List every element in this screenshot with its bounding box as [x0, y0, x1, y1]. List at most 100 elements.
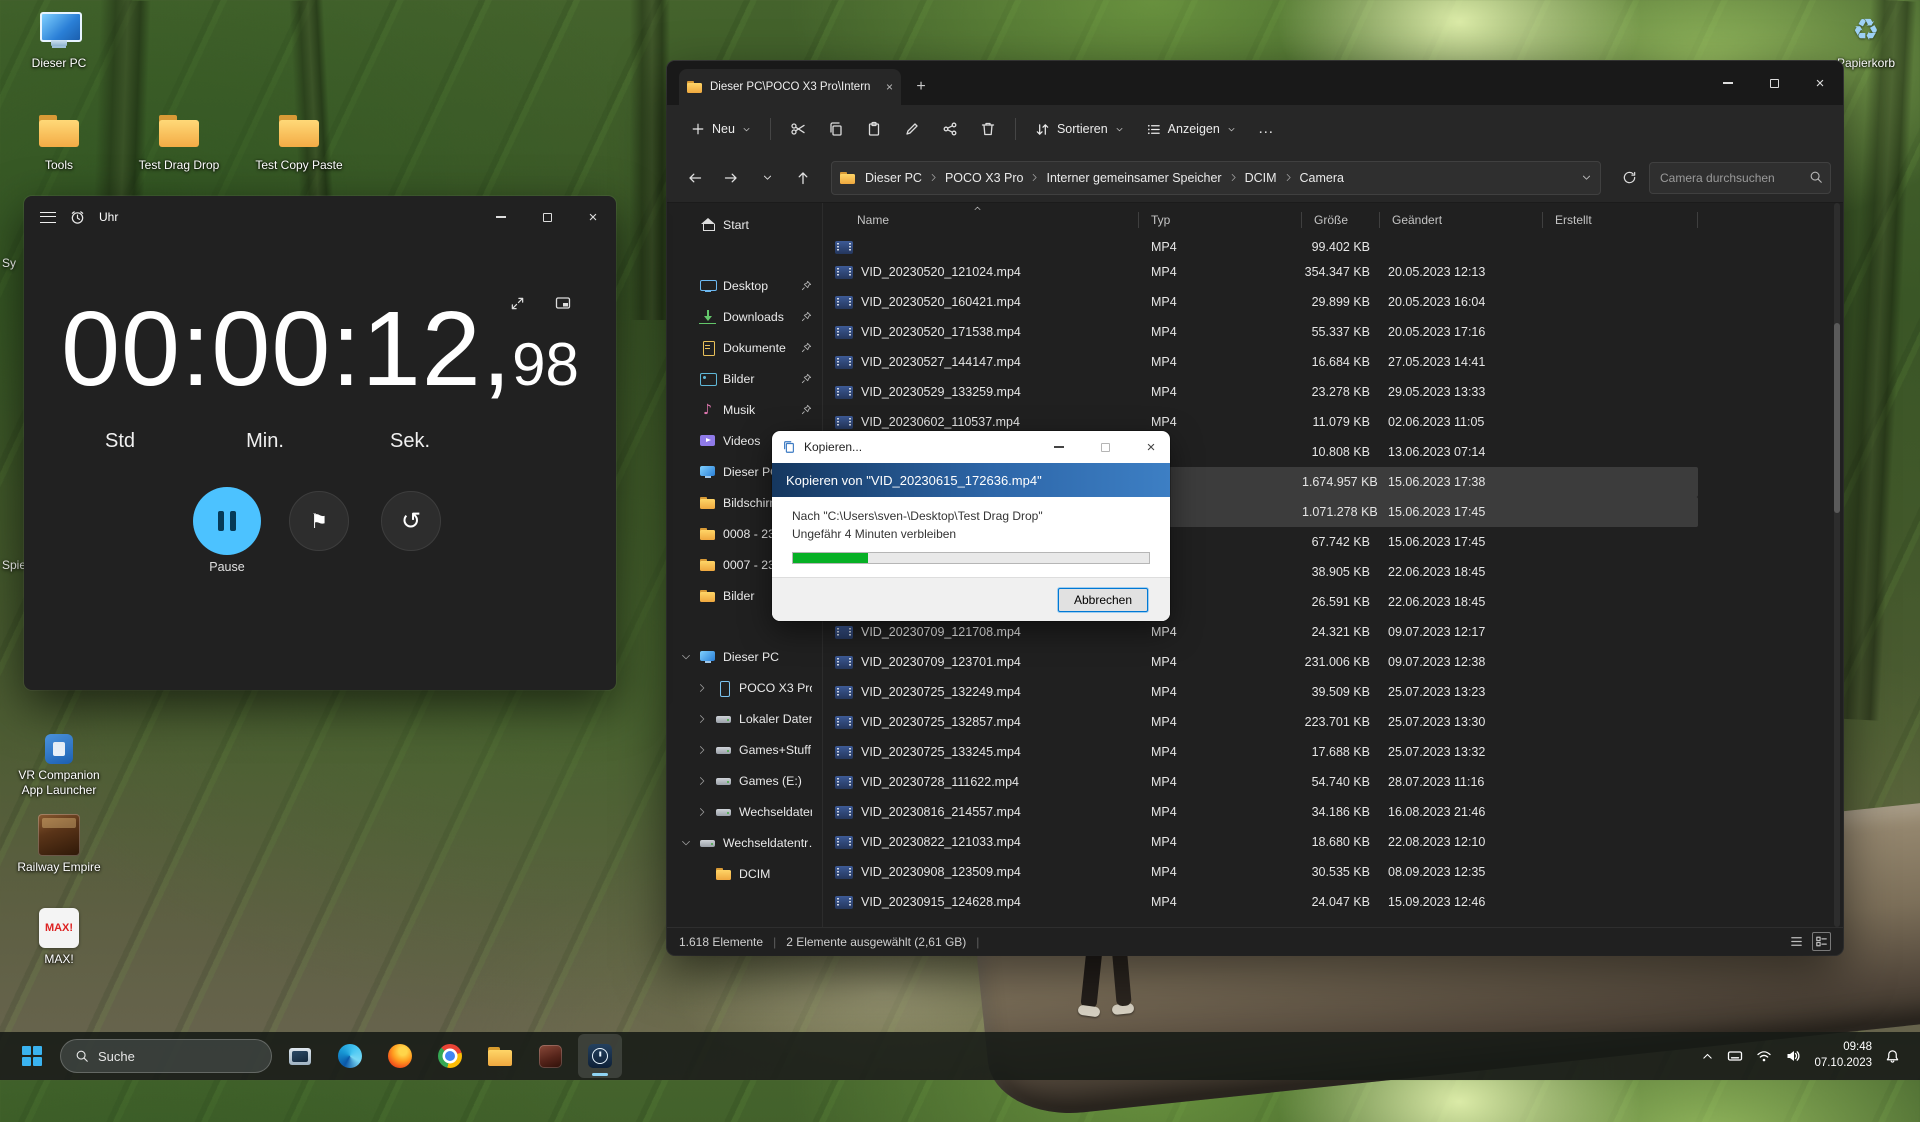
more-options-button[interactable]: …: [1248, 120, 1285, 138]
minimize-button[interactable]: [1040, 431, 1078, 463]
desktop-icon-max[interactable]: MAX! MAX!: [11, 908, 107, 967]
recent-locations-button[interactable]: [751, 162, 783, 194]
sidebar-item[interactable]: DCIM: [671, 858, 818, 889]
sidebar-item[interactable]: Bilder: [671, 363, 818, 394]
cancel-button[interactable]: Abbrechen: [1058, 588, 1148, 612]
file-row[interactable]: VID_20230908_123509.mp4 MP4 30.535 KB 08…: [823, 857, 1698, 887]
column-header-type[interactable]: Typ: [1139, 203, 1302, 237]
breadcrumb-segment[interactable]: DCIM: [1239, 168, 1283, 188]
file-row[interactable]: VID_20230822_121033.mp4 MP4 18.680 KB 22…: [823, 827, 1698, 857]
desktop-icon-vr-companion[interactable]: VR Companion App Launcher: [11, 734, 107, 798]
address-bar[interactable]: Dieser PC POCO X3 Pro Interner gemeinsam…: [831, 161, 1601, 195]
copy-button[interactable]: [818, 112, 854, 146]
file-row[interactable]: VID_20230725_133245.mp4 MP4 17.688 KB 25…: [823, 737, 1698, 767]
pause-button[interactable]: [193, 487, 261, 555]
maximize-button[interactable]: [1751, 61, 1797, 105]
paste-button[interactable]: [856, 112, 892, 146]
scrollbar-thumb[interactable]: [1834, 323, 1840, 513]
details-view-button[interactable]: [1789, 934, 1804, 949]
taskbar-app-clock[interactable]: [578, 1034, 622, 1078]
close-button[interactable]: [570, 196, 616, 238]
file-row[interactable]: VID_20230520_160421.mp4 MP4 29.899 KB 20…: [823, 287, 1698, 317]
minimize-button[interactable]: [1705, 61, 1751, 105]
column-header-size[interactable]: Größe: [1302, 203, 1380, 237]
start-button[interactable]: [10, 1034, 54, 1078]
menu-icon[interactable]: [40, 212, 56, 223]
taskbar-app-game[interactable]: [528, 1034, 572, 1078]
reset-button[interactable]: [381, 491, 441, 551]
sidebar-item[interactable]: Desktop: [671, 270, 818, 301]
file-row[interactable]: VID_20230520_171538.mp4 MP4 55.337 KB 20…: [823, 317, 1698, 347]
forward-button[interactable]: [715, 162, 747, 194]
file-row[interactable]: VID_20230529_133259.mp4 MP4 23.278 KB 29…: [823, 377, 1698, 407]
keyboard-icon[interactable]: [1727, 1048, 1743, 1064]
file-row[interactable]: VID_20230709_123701.mp4 MP4 231.006 KB 0…: [823, 647, 1698, 677]
sidebar-item[interactable]: Lokaler Datent…: [671, 703, 818, 734]
desktop-icon-tools[interactable]: Tools: [11, 112, 107, 173]
maximize-button[interactable]: [1086, 431, 1124, 463]
tray-clock[interactable]: 09:48 07.10.2023: [1814, 1040, 1872, 1071]
tree-chevron-icon[interactable]: [695, 714, 708, 724]
cut-button[interactable]: [780, 112, 816, 146]
file-row[interactable]: VID_20230527_144147.mp4 MP4 16.684 KB 27…: [823, 347, 1698, 377]
rename-button[interactable]: [894, 112, 930, 146]
minimize-button[interactable]: [478, 196, 524, 238]
taskbar-app-monitor[interactable]: [278, 1034, 322, 1078]
refresh-button[interactable]: [1613, 162, 1645, 194]
tree-chevron-icon[interactable]: [679, 838, 692, 848]
breadcrumb-segment[interactable]: POCO X3 Pro: [939, 168, 1030, 188]
tree-chevron-icon[interactable]: [679, 652, 692, 662]
sidebar-item[interactable]: Musik: [671, 394, 818, 425]
wifi-icon[interactable]: [1756, 1048, 1772, 1064]
tree-chevron-icon[interactable]: [695, 683, 708, 693]
file-row[interactable]: MP4 99.402 KB: [823, 237, 1698, 257]
desktop-icon-test-copy-paste[interactable]: Test Copy Paste: [251, 112, 347, 173]
sidebar-item[interactable]: Dieser PC: [671, 641, 818, 672]
new-button[interactable]: Neu: [681, 112, 761, 146]
sidebar-item[interactable]: Dokumente: [671, 332, 818, 363]
breadcrumb-segment[interactable]: Interner gemeinsamer Speicher: [1040, 168, 1227, 188]
thumbnail-view-button[interactable]: [1812, 932, 1831, 951]
desktop-icon-dieser-pc[interactable]: Dieser PC: [11, 10, 107, 71]
file-row[interactable]: VID_20230816_214557.mp4 MP4 34.186 KB 16…: [823, 797, 1698, 827]
taskbar-app-explorer[interactable]: [478, 1034, 522, 1078]
vertical-scrollbar[interactable]: [1834, 203, 1840, 927]
file-row[interactable]: VID_20230728_111622.mp4 MP4 54.740 KB 28…: [823, 767, 1698, 797]
tree-chevron-icon[interactable]: [695, 807, 708, 817]
sidebar-item[interactable]: Wechseldatentr…: [671, 827, 818, 858]
file-row[interactable]: VID_20230709_121708.mp4 MP4 24.321 KB 09…: [823, 617, 1698, 647]
file-row[interactable]: VID_20230725_132249.mp4 MP4 39.509 KB 25…: [823, 677, 1698, 707]
taskbar-app-firefox[interactable]: [378, 1034, 422, 1078]
explorer-titlebar[interactable]: Dieser PC\POCO X3 Pro\Intern: [667, 61, 1843, 105]
desktop-icon-test-drag-drop[interactable]: Test Drag Drop: [131, 112, 227, 173]
column-header-name[interactable]: Name: [823, 203, 1139, 237]
volume-icon[interactable]: [1785, 1048, 1801, 1064]
column-header-modified[interactable]: Geändert: [1380, 203, 1543, 237]
taskbar-app-edge[interactable]: [328, 1034, 372, 1078]
file-row[interactable]: VID_20230725_132857.mp4 MP4 223.701 KB 2…: [823, 707, 1698, 737]
breadcrumb-segment[interactable]: Dieser PC: [859, 168, 928, 188]
sidebar-item[interactable]: Start: [671, 209, 818, 240]
search-input[interactable]: [1649, 162, 1831, 194]
sidebar-item[interactable]: Games+Stuff (…: [671, 734, 818, 765]
taskbar-search[interactable]: Suche: [60, 1039, 272, 1073]
file-row[interactable]: VID_20230915_124628.mp4 MP4 24.047 KB 15…: [823, 887, 1698, 917]
tree-chevron-icon[interactable]: [695, 776, 708, 786]
view-button[interactable]: Anzeigen: [1136, 112, 1246, 146]
lap-flag-button[interactable]: [289, 491, 349, 551]
up-button[interactable]: [787, 162, 819, 194]
taskbar-app-chrome[interactable]: [428, 1034, 472, 1078]
sidebar-item[interactable]: Wechseldatent…: [671, 796, 818, 827]
close-button[interactable]: [1797, 61, 1843, 105]
breadcrumb-segment[interactable]: Camera: [1294, 168, 1350, 188]
close-button[interactable]: [1132, 431, 1170, 463]
sort-button[interactable]: Sortieren: [1025, 112, 1134, 146]
back-button[interactable]: [679, 162, 711, 194]
tree-chevron-icon[interactable]: [695, 745, 708, 755]
explorer-tab[interactable]: Dieser PC\POCO X3 Pro\Intern: [679, 69, 901, 105]
notifications-bell-icon[interactable]: [1885, 1049, 1900, 1064]
maximize-button[interactable]: [524, 196, 570, 238]
sidebar-item[interactable]: Downloads: [671, 301, 818, 332]
dialog-titlebar[interactable]: Kopieren...: [772, 431, 1170, 463]
tray-chevron-up-icon[interactable]: [1701, 1050, 1714, 1063]
